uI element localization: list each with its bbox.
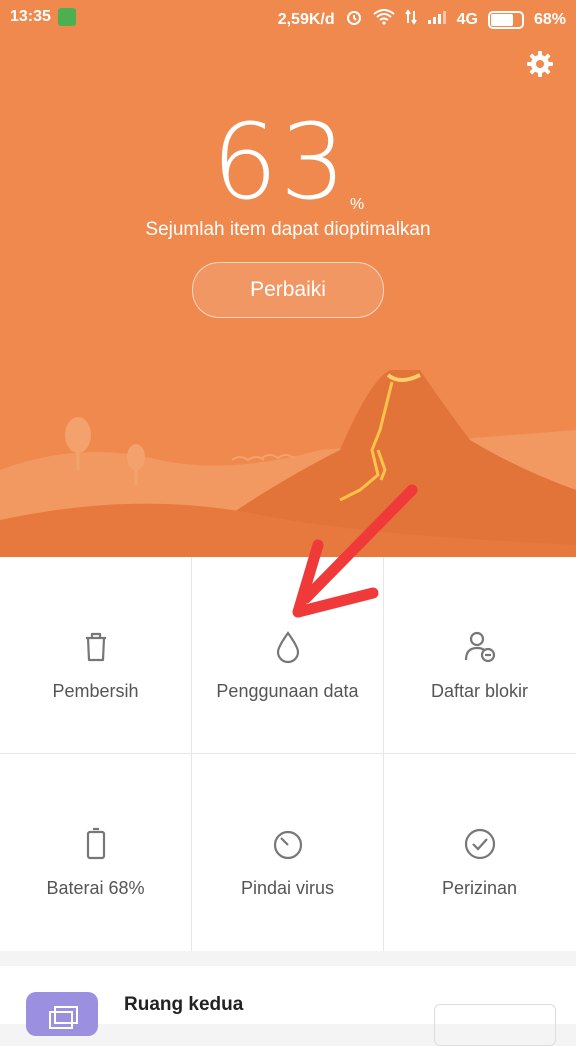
dual-space-icon bbox=[26, 992, 98, 1036]
tool-battery[interactable]: Baterai 68% bbox=[0, 754, 191, 950]
tool-label: Daftar blokir bbox=[430, 681, 529, 701]
tool-label: Baterai 68% bbox=[46, 878, 145, 898]
drop-icon bbox=[276, 631, 299, 664]
status-time: 13:35 bbox=[10, 8, 51, 25]
score-unit: % bbox=[350, 196, 365, 213]
battery-percent: 68% bbox=[533, 10, 566, 28]
data-transfer-icon bbox=[404, 9, 417, 30]
battery-icon bbox=[487, 10, 524, 29]
block-user-icon bbox=[464, 631, 495, 663]
tool-virus-scan[interactable]: Pindai virus bbox=[192, 754, 383, 950]
tools-grid: Pembersih Penggunaan data Daftar blokir … bbox=[0, 557, 576, 951]
fix-button[interactable]: Perbaiki bbox=[192, 262, 384, 318]
gear-icon[interactable] bbox=[526, 50, 554, 78]
optimization-subtitle: Sejumlah item dapat dioptimalkan bbox=[145, 219, 431, 240]
network-type: 4G bbox=[456, 10, 478, 28]
dual-space-card[interactable]: Ruang kedua bbox=[0, 966, 576, 1046]
battery-icon bbox=[86, 827, 105, 860]
trash-icon bbox=[85, 632, 106, 662]
notification-icon bbox=[58, 8, 76, 26]
volcano-illustration bbox=[0, 370, 576, 557]
score-value: 63 bbox=[211, 101, 349, 223]
card-action-button[interactable] bbox=[434, 1004, 556, 1046]
wifi-icon bbox=[373, 9, 395, 30]
tool-permissions[interactable]: Perizinan bbox=[384, 754, 575, 950]
scan-icon bbox=[273, 830, 302, 860]
battery-level bbox=[490, 13, 513, 26]
tool-label: Perizinan bbox=[441, 878, 518, 898]
tool-label: Pembersih bbox=[52, 681, 139, 701]
tool-data-usage[interactable]: Penggunaan data bbox=[192, 557, 383, 753]
tool-label: Pindai virus bbox=[240, 878, 335, 898]
network-speed: 2,59K/d bbox=[277, 10, 335, 28]
tool-cleaner[interactable]: Pembersih bbox=[0, 557, 191, 753]
alarm-icon bbox=[345, 8, 363, 31]
security-header: 13:35 2,59K/d 4G 68% 63 % Sejumlah item … bbox=[0, 0, 576, 557]
tool-label: Penggunaan data bbox=[216, 681, 359, 701]
card-title: Ruang kedua bbox=[124, 994, 244, 1015]
optimization-score: 63% bbox=[0, 110, 576, 214]
tool-blocklist[interactable]: Daftar blokir bbox=[384, 557, 575, 753]
status-bar: 13:35 2,59K/d 4G 68% bbox=[0, 0, 576, 34]
signal-icon bbox=[427, 9, 447, 30]
check-circle-icon bbox=[464, 828, 495, 860]
